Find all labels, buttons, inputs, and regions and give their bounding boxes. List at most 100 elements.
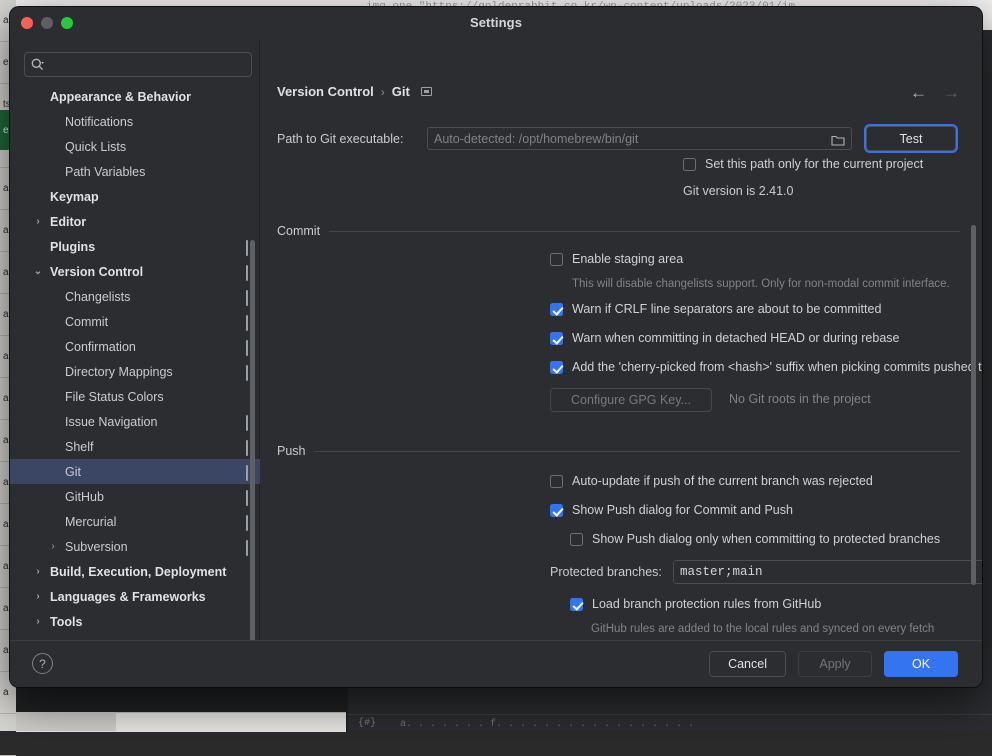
- sidebar-item-directory-mappings[interactable]: Directory Mappings: [10, 359, 260, 384]
- git-path-label: Path to Git executable:: [277, 131, 404, 146]
- protected-branches-field[interactable]: master;main: [673, 560, 982, 584]
- sidebar-item-quick-lists[interactable]: Quick Lists: [10, 134, 260, 159]
- sidebar-item-label: Issue Navigation: [65, 414, 158, 429]
- cherry-pick-row[interactable]: Add the 'cherry-picked from <hash>' suff…: [550, 360, 982, 374]
- set-path-only-row[interactable]: Set this path only for the current proje…: [683, 157, 923, 171]
- ok-button[interactable]: OK: [884, 651, 958, 677]
- sidebar-item-github[interactable]: GitHub: [10, 484, 260, 509]
- folder-icon[interactable]: [831, 133, 845, 146]
- chevron-right-icon[interactable]: ›: [32, 559, 44, 584]
- sidebar-item-mercurial[interactable]: Mercurial: [10, 509, 260, 534]
- help-button[interactable]: ?: [32, 653, 53, 674]
- sidebar-item-label: Subversion: [65, 539, 128, 554]
- sidebar-item-appearance-behavior[interactable]: Appearance & Behavior: [10, 84, 260, 109]
- cancel-button[interactable]: Cancel: [709, 651, 786, 677]
- breadcrumb: Version Control › Git: [277, 84, 432, 99]
- back-arrow-icon[interactable]: ←: [910, 84, 927, 101]
- sidebar-item-label: Changelists: [65, 289, 131, 304]
- load-rules-hint: GitHub rules are added to the local rule…: [591, 623, 935, 635]
- sidebar-item-keymap[interactable]: Keymap: [10, 184, 260, 209]
- enable-staging-label: Enable staging area: [572, 252, 684, 266]
- warn-crlf-label: Warn if CRLF line separators are about t…: [572, 302, 882, 316]
- warn-detached-label: Warn when committing in detached HEAD or…: [572, 331, 900, 345]
- project-scope-box: [246, 415, 248, 431]
- breadcrumb-parent[interactable]: Version Control: [277, 84, 374, 99]
- auto-update-row[interactable]: Auto-update if push of the current branc…: [550, 474, 873, 488]
- forward-arrow-icon[interactable]: →: [943, 84, 960, 101]
- gpg-note: No Git roots in the project: [729, 392, 871, 406]
- sidebar-item-languages-frameworks[interactable]: › Languages & Frameworks: [10, 584, 260, 609]
- project-scope-box: [246, 365, 248, 381]
- show-push-protected-row[interactable]: Show Push dialog only when committing to…: [570, 532, 940, 546]
- set-path-only-label: Set this path only for the current proje…: [705, 157, 924, 171]
- project-scope-box: [246, 465, 248, 481]
- warn-detached-checkbox[interactable]: [550, 332, 563, 345]
- sidebar-item-file-status-colors[interactable]: File Status Colors: [10, 384, 260, 409]
- configure-gpg-key-button[interactable]: Configure GPG Key...: [550, 388, 712, 412]
- load-rules-checkbox[interactable]: [570, 598, 583, 611]
- sidebar-item-changelists[interactable]: Changelists: [10, 284, 260, 309]
- apply-button[interactable]: Apply: [798, 651, 872, 677]
- load-rules-row[interactable]: Load branch protection rules from GitHub: [570, 597, 821, 611]
- git-version-text: Git version is 2.41.0: [683, 184, 794, 198]
- project-scope-box: [246, 265, 248, 281]
- background-divider: [348, 714, 992, 715]
- sidebar-item-confirmation[interactable]: Confirmation: [10, 334, 260, 359]
- project-scope-icon: [246, 240, 248, 256]
- sidebar-item-git[interactable]: Git: [10, 459, 260, 484]
- project-scope-icon: [246, 540, 248, 556]
- chevron-right-icon[interactable]: ›: [32, 209, 44, 234]
- chevron-right-icon[interactable]: ›: [47, 534, 59, 559]
- warn-detached-row[interactable]: Warn when committing in detached HEAD or…: [550, 331, 899, 345]
- show-push-dialog-row[interactable]: Show Push dialog for Commit and Push: [550, 503, 793, 517]
- sidebar-item-issue-navigation[interactable]: Issue Navigation: [10, 409, 260, 434]
- protected-branches-label: Protected branches:: [550, 565, 662, 579]
- search-field[interactable]: [24, 52, 252, 77]
- sidebar-item-plugins[interactable]: Plugins: [10, 234, 260, 259]
- sidebar-item-tools[interactable]: › Tools: [10, 609, 260, 634]
- breadcrumb-current: Git: [391, 84, 410, 99]
- show-push-protected-checkbox[interactable]: [570, 533, 583, 546]
- enable-staging-checkbox[interactable]: [550, 253, 563, 266]
- sidebar-item-version-control[interactable]: ⌄ Version Control: [10, 259, 260, 284]
- settings-tree[interactable]: Appearance & Behavior Notifications Quick …: [10, 84, 260, 687]
- enable-staging-row[interactable]: Enable staging area: [550, 252, 683, 266]
- push-section-header: Push: [277, 444, 960, 458]
- sidebar-item-editor[interactable]: › Editor: [10, 209, 260, 234]
- chevron-right-icon[interactable]: ›: [32, 584, 44, 609]
- auto-update-checkbox[interactable]: [550, 475, 563, 488]
- test-button[interactable]: Test: [866, 126, 956, 151]
- protected-branches-value: master;main: [680, 565, 763, 579]
- sidebar-item-label: Keymap: [50, 189, 99, 204]
- show-push-dialog-checkbox[interactable]: [550, 504, 563, 517]
- sidebar-item-label: Appearance & Behavior: [50, 89, 192, 104]
- sidebar-item-label: Shelf: [65, 439, 94, 454]
- project-scope-box: [246, 315, 248, 331]
- set-path-only-checkbox[interactable]: [683, 158, 696, 171]
- main-scrollbar[interactable]: [971, 225, 976, 585]
- sidebar-item-label: Confirmation: [65, 339, 136, 354]
- cherry-pick-label: Add the 'cherry-picked from <hash>' suff…: [572, 360, 982, 374]
- project-scope-icon: [246, 340, 248, 356]
- chevron-down-icon[interactable]: ⌄: [32, 259, 44, 284]
- search-input[interactable]: [44, 56, 245, 73]
- show-push-dialog-label: Show Push dialog for Commit and Push: [572, 503, 793, 517]
- settings-main-pane: Version Control › Git ← → Path to Git ex…: [261, 40, 982, 687]
- git-path-field[interactable]: Auto-detected: /opt/homebrew/bin/git: [427, 127, 852, 150]
- sidebar-item-label: Directory Mappings: [65, 364, 173, 379]
- project-scope-icon: [420, 87, 432, 96]
- sidebar-item-label: Tools: [50, 614, 83, 629]
- cherry-pick-checkbox[interactable]: [550, 361, 563, 374]
- sidebar-item-path-variables[interactable]: Path Variables: [10, 159, 260, 184]
- sidebar-item-shelf[interactable]: Shelf: [10, 434, 260, 459]
- sidebar-item-label: Mercurial: [65, 514, 117, 529]
- warn-crlf-row[interactable]: Warn if CRLF line separators are about t…: [550, 302, 881, 316]
- sidebar-scrollbar[interactable]: [250, 240, 255, 687]
- sidebar-item-label: GitHub: [65, 489, 104, 504]
- chevron-right-icon[interactable]: ›: [32, 609, 44, 634]
- warn-crlf-checkbox[interactable]: [550, 303, 563, 316]
- sidebar-item-notifications[interactable]: Notifications: [10, 109, 260, 134]
- sidebar-item-build-execution-deployment[interactable]: › Build, Execution, Deployment: [10, 559, 260, 584]
- sidebar-item-subversion[interactable]: › Subversion: [10, 534, 260, 559]
- sidebar-item-commit[interactable]: Commit: [10, 309, 260, 334]
